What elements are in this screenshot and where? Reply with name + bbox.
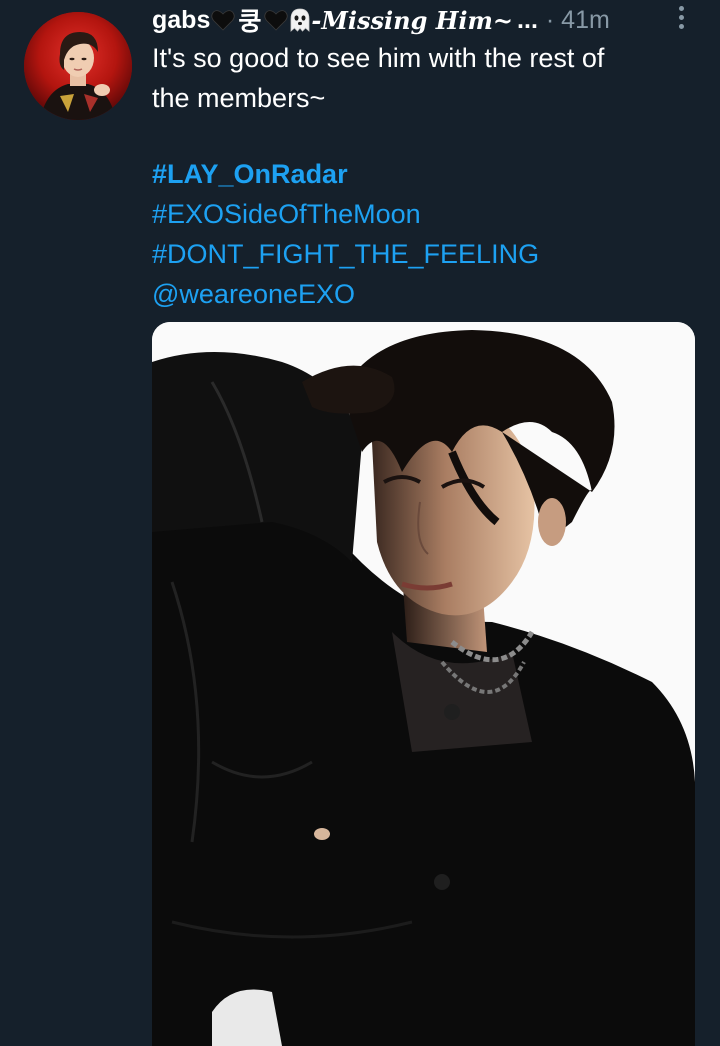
hashtag-link[interactable]: #DONT_FIGHT_THE_FEELING: [152, 234, 692, 274]
tweet-timestamp[interactable]: · 41m: [546, 6, 610, 35]
ghost-icon: [289, 8, 311, 32]
more-vertical-icon[interactable]: [672, 2, 690, 32]
hashtag-link[interactable]: #EXOSideOfTheMoon: [152, 194, 692, 234]
display-name-korean: 쿵: [238, 8, 262, 36]
tweet-header: gabs 쿵 -Missing Him~ ... · 41m: [152, 2, 672, 38]
mention-link[interactable]: @weareoneEXO: [152, 274, 692, 314]
hashtag-link[interactable]: #LAY_OnRadar: [152, 154, 692, 194]
tweet-text-line: It's so good to see him with the rest of: [152, 43, 605, 73]
display-name-fancy: -Missing Him~: [311, 5, 514, 35]
tweet-media-photo[interactable]: [152, 322, 695, 1046]
black-heart-icon: [264, 9, 289, 31]
avatar-image: [24, 12, 132, 120]
black-heart-icon: [211, 9, 236, 31]
name-truncation: ...: [517, 5, 538, 34]
display-name[interactable]: gabs: [152, 6, 210, 35]
avatar[interactable]: [24, 12, 132, 120]
tweet-text: It's so good to see him with the rest of…: [152, 38, 692, 118]
tweet-text-line: the members~: [152, 83, 326, 113]
tweet-links: #LAY_OnRadar #EXOSideOfTheMoon #DONT_FIG…: [152, 154, 692, 314]
photo-image: [152, 322, 695, 1046]
tweet[interactable]: gabs 쿵 -Missing Him~ ... · 41m It's so g…: [0, 0, 720, 1046]
